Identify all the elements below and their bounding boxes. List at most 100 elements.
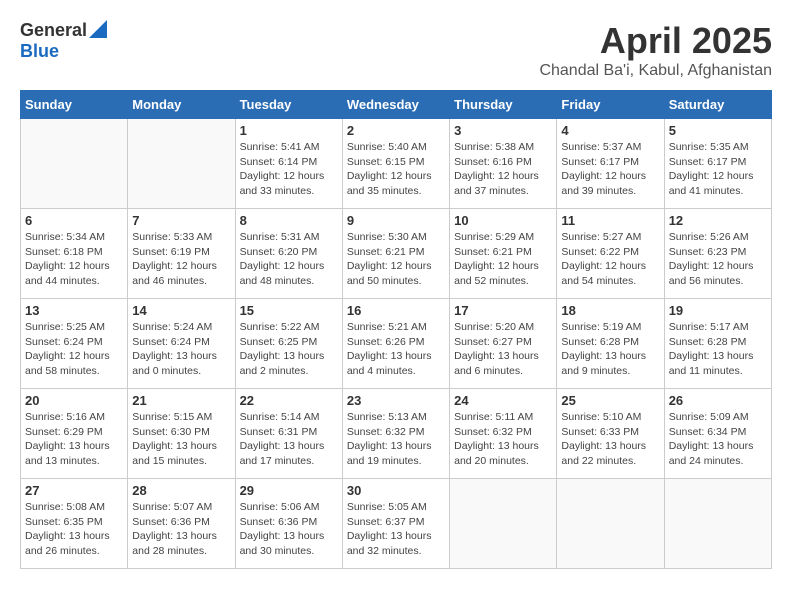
day-number: 24 bbox=[454, 393, 552, 408]
day-info: Sunrise: 5:35 AMSunset: 6:17 PMDaylight:… bbox=[669, 140, 767, 199]
calendar-cell: 23 Sunrise: 5:13 AMSunset: 6:32 PMDayligh… bbox=[342, 389, 449, 479]
logo-triangle-icon bbox=[89, 20, 107, 38]
calendar-cell: 27 Sunrise: 5:08 AMSunset: 6:35 PMDayligh… bbox=[21, 479, 128, 569]
day-info: Sunrise: 5:41 AMSunset: 6:14 PMDaylight:… bbox=[240, 140, 338, 199]
day-of-week-header: Sunday bbox=[21, 91, 128, 119]
day-number: 9 bbox=[347, 213, 445, 228]
calendar-cell: 24 Sunrise: 5:11 AMSunset: 6:32 PMDayligh… bbox=[450, 389, 557, 479]
day-number: 3 bbox=[454, 123, 552, 138]
calendar-cell: 5 Sunrise: 5:35 AMSunset: 6:17 PMDaylight… bbox=[664, 119, 771, 209]
calendar-cell bbox=[450, 479, 557, 569]
day-of-week-header: Saturday bbox=[664, 91, 771, 119]
day-number: 7 bbox=[132, 213, 230, 228]
day-number: 20 bbox=[25, 393, 123, 408]
calendar-cell: 25 Sunrise: 5:10 AMSunset: 6:33 PMDayligh… bbox=[557, 389, 664, 479]
day-number: 13 bbox=[25, 303, 123, 318]
day-number: 25 bbox=[561, 393, 659, 408]
calendar-body: 1 Sunrise: 5:41 AMSunset: 6:14 PMDaylight… bbox=[21, 119, 772, 569]
day-info: Sunrise: 5:33 AMSunset: 6:19 PMDaylight:… bbox=[132, 230, 230, 289]
day-of-week-header: Monday bbox=[128, 91, 235, 119]
day-number: 2 bbox=[347, 123, 445, 138]
day-info: Sunrise: 5:27 AMSunset: 6:22 PMDaylight:… bbox=[561, 230, 659, 289]
calendar-cell: 2Sunrise: 5:40 AMSunset: 6:15 PMDaylight… bbox=[342, 119, 449, 209]
day-number: 26 bbox=[669, 393, 767, 408]
calendar-cell: 9Sunrise: 5:30 AMSunset: 6:21 PMDaylight… bbox=[342, 209, 449, 299]
calendar-cell: 29Sunrise: 5:06 AMSunset: 6:36 PMDayligh… bbox=[235, 479, 342, 569]
day-number: 27 bbox=[25, 483, 123, 498]
day-number: 15 bbox=[240, 303, 338, 318]
calendar-cell: 8 Sunrise: 5:31 AMSunset: 6:20 PMDaylight… bbox=[235, 209, 342, 299]
day-info: Sunrise: 5:24 AMSunset: 6:24 PMDaylight:… bbox=[132, 320, 230, 379]
day-info: Sunrise: 5:21 AMSunset: 6:26 PMDaylight:… bbox=[347, 320, 445, 379]
day-number: 5 bbox=[669, 123, 767, 138]
calendar-week-row: 6 Sunrise: 5:34 AMSunset: 6:18 PMDaylight… bbox=[21, 209, 772, 299]
calendar-cell bbox=[21, 119, 128, 209]
day-info: Sunrise: 5:38 AMSunset: 6:16 PMDaylight:… bbox=[454, 140, 552, 199]
calendar-cell: 1 Sunrise: 5:41 AMSunset: 6:14 PMDaylight… bbox=[235, 119, 342, 209]
day-number: 21 bbox=[132, 393, 230, 408]
day-info: Sunrise: 5:22 AMSunset: 6:25 PMDaylight:… bbox=[240, 320, 338, 379]
calendar-cell: 4 Sunrise: 5:37 AMSunset: 6:17 PMDaylight… bbox=[557, 119, 664, 209]
calendar-cell: 17Sunrise: 5:20 AMSunset: 6:27 PMDayligh… bbox=[450, 299, 557, 389]
calendar-table: SundayMondayTuesdayWednesdayThursdayFrid… bbox=[20, 90, 772, 569]
day-info: Sunrise: 5:17 AMSunset: 6:28 PMDaylight:… bbox=[669, 320, 767, 379]
calendar-cell: 10Sunrise: 5:29 AMSunset: 6:21 PMDayligh… bbox=[450, 209, 557, 299]
calendar-cell: 7 Sunrise: 5:33 AMSunset: 6:19 PMDaylight… bbox=[128, 209, 235, 299]
day-number: 30 bbox=[347, 483, 445, 498]
calendar-week-row: 1 Sunrise: 5:41 AMSunset: 6:14 PMDaylight… bbox=[21, 119, 772, 209]
day-number: 4 bbox=[561, 123, 659, 138]
calendar-cell: 20 Sunrise: 5:16 AMSunset: 6:29 PMDayligh… bbox=[21, 389, 128, 479]
calendar-week-row: 20 Sunrise: 5:16 AMSunset: 6:29 PMDayligh… bbox=[21, 389, 772, 479]
day-info: Sunrise: 5:10 AMSunset: 6:33 PMDaylight:… bbox=[561, 410, 659, 469]
calendar-cell: 12Sunrise: 5:26 AMSunset: 6:23 PMDayligh… bbox=[664, 209, 771, 299]
day-number: 14 bbox=[132, 303, 230, 318]
day-info: Sunrise: 5:31 AMSunset: 6:20 PMDaylight:… bbox=[240, 230, 338, 289]
page-header: General Blue April 2025 Chandal Ba'i, Ka… bbox=[20, 20, 772, 80]
calendar-week-row: 27 Sunrise: 5:08 AMSunset: 6:35 PMDayligh… bbox=[21, 479, 772, 569]
day-info: Sunrise: 5:34 AMSunset: 6:18 PMDaylight:… bbox=[25, 230, 123, 289]
calendar-cell: 19 Sunrise: 5:17 AMSunset: 6:28 PMDayligh… bbox=[664, 299, 771, 389]
calendar-cell: 11 Sunrise: 5:27 AMSunset: 6:22 PMDayligh… bbox=[557, 209, 664, 299]
day-number: 11 bbox=[561, 213, 659, 228]
calendar-week-row: 13 Sunrise: 5:25 AMSunset: 6:24 PMDayligh… bbox=[21, 299, 772, 389]
calendar-cell: 16 Sunrise: 5:21 AMSunset: 6:26 PMDayligh… bbox=[342, 299, 449, 389]
month-title: April 2025 bbox=[539, 20, 772, 62]
calendar-cell: 6 Sunrise: 5:34 AMSunset: 6:18 PMDaylight… bbox=[21, 209, 128, 299]
logo-blue: Blue bbox=[20, 41, 59, 62]
day-info: Sunrise: 5:19 AMSunset: 6:28 PMDaylight:… bbox=[561, 320, 659, 379]
day-info: Sunrise: 5:26 AMSunset: 6:23 PMDaylight:… bbox=[669, 230, 767, 289]
calendar-cell: 18 Sunrise: 5:19 AMSunset: 6:28 PMDayligh… bbox=[557, 299, 664, 389]
day-of-week-header: Tuesday bbox=[235, 91, 342, 119]
day-info: Sunrise: 5:16 AMSunset: 6:29 PMDaylight:… bbox=[25, 410, 123, 469]
calendar-cell bbox=[128, 119, 235, 209]
day-info: Sunrise: 5:37 AMSunset: 6:17 PMDaylight:… bbox=[561, 140, 659, 199]
day-info: Sunrise: 5:25 AMSunset: 6:24 PMDaylight:… bbox=[25, 320, 123, 379]
day-of-week-header: Friday bbox=[557, 91, 664, 119]
day-info: Sunrise: 5:20 AMSunset: 6:27 PMDaylight:… bbox=[454, 320, 552, 379]
calendar-header: SundayMondayTuesdayWednesdayThursdayFrid… bbox=[21, 91, 772, 119]
day-info: Sunrise: 5:14 AMSunset: 6:31 PMDaylight:… bbox=[240, 410, 338, 469]
calendar-cell: 22 Sunrise: 5:14 AMSunset: 6:31 PMDayligh… bbox=[235, 389, 342, 479]
location-title: Chandal Ba'i, Kabul, Afghanistan bbox=[539, 62, 772, 80]
day-info: Sunrise: 5:11 AMSunset: 6:32 PMDaylight:… bbox=[454, 410, 552, 469]
day-info: Sunrise: 5:13 AMSunset: 6:32 PMDaylight:… bbox=[347, 410, 445, 469]
day-info: Sunrise: 5:07 AMSunset: 6:36 PMDaylight:… bbox=[132, 500, 230, 559]
calendar-cell bbox=[557, 479, 664, 569]
day-info: Sunrise: 5:09 AMSunset: 6:34 PMDaylight:… bbox=[669, 410, 767, 469]
day-number: 16 bbox=[347, 303, 445, 318]
day-info: Sunrise: 5:08 AMSunset: 6:35 PMDaylight:… bbox=[25, 500, 123, 559]
day-number: 1 bbox=[240, 123, 338, 138]
calendar-cell: 15 Sunrise: 5:22 AMSunset: 6:25 PMDayligh… bbox=[235, 299, 342, 389]
day-number: 18 bbox=[561, 303, 659, 318]
day-number: 8 bbox=[240, 213, 338, 228]
day-number: 6 bbox=[25, 213, 123, 228]
day-info: Sunrise: 5:06 AMSunset: 6:36 PMDaylight:… bbox=[240, 500, 338, 559]
day-number: 22 bbox=[240, 393, 338, 408]
day-number: 19 bbox=[669, 303, 767, 318]
day-info: Sunrise: 5:29 AMSunset: 6:21 PMDaylight:… bbox=[454, 230, 552, 289]
day-of-week-header: Wednesday bbox=[342, 91, 449, 119]
day-number: 23 bbox=[347, 393, 445, 408]
day-info: Sunrise: 5:05 AMSunset: 6:37 PMDaylight:… bbox=[347, 500, 445, 559]
logo-general: General bbox=[20, 20, 87, 41]
calendar-cell: 14 Sunrise: 5:24 AMSunset: 6:24 PMDayligh… bbox=[128, 299, 235, 389]
